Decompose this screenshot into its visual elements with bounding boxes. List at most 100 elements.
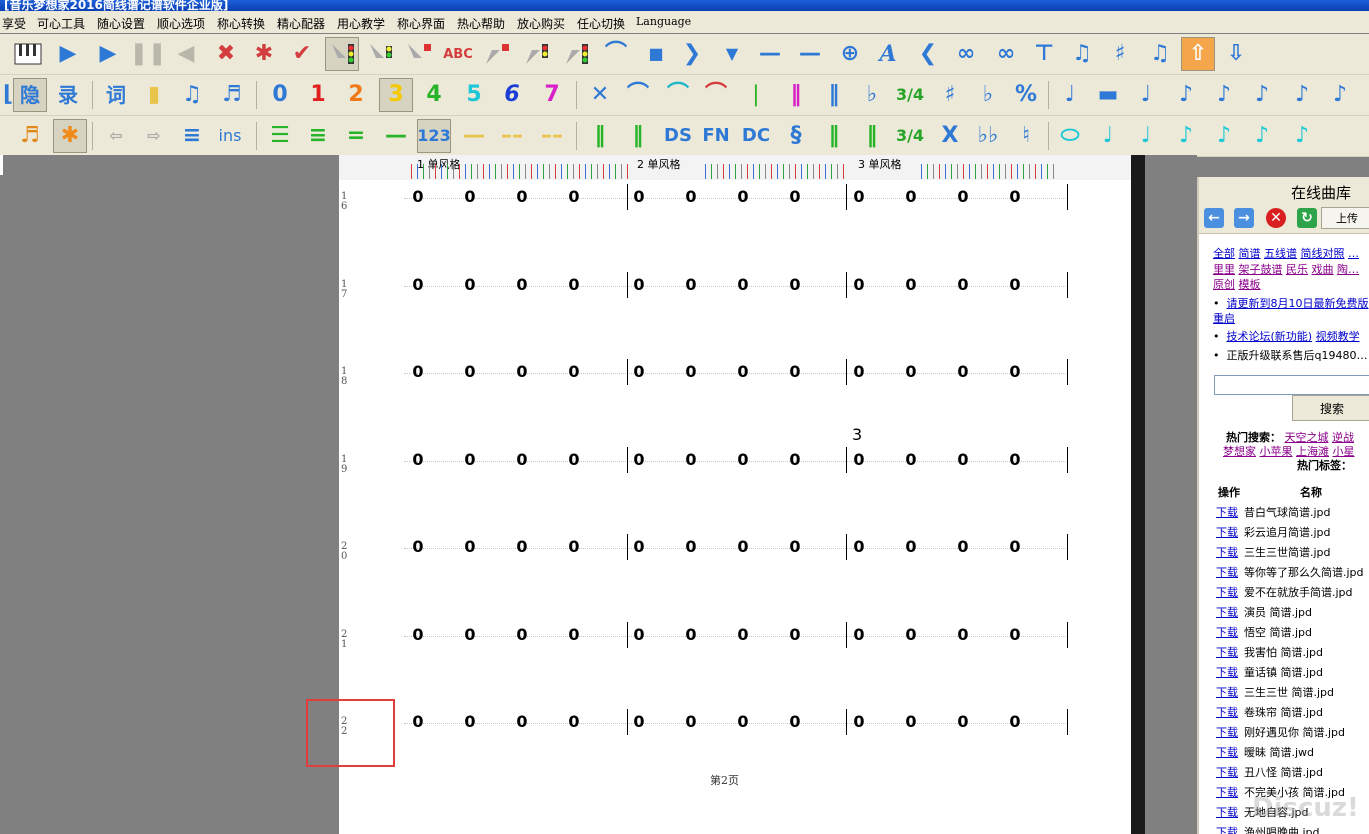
crosshair-icon[interactable]: ⊕ (834, 38, 866, 70)
accent-icon[interactable]: ❯ (676, 38, 708, 70)
sixteenth-pair-icon[interactable]: ♬ (216, 79, 248, 111)
note[interactable]: 0 (460, 626, 480, 644)
note[interactable]: 0 (460, 713, 480, 731)
note[interactable]: 0 (460, 276, 480, 294)
note[interactable]: 0 (681, 538, 701, 556)
double-note-icon[interactable]: ♫ (1144, 38, 1176, 70)
note[interactable]: 0 (629, 363, 649, 381)
arrow-signal-icon[interactable] (364, 38, 396, 70)
note[interactable]: 0 (1005, 538, 1025, 556)
note[interactable]: 0 (629, 276, 649, 294)
cut-icon[interactable]: ✖ (210, 38, 242, 70)
note[interactable]: 0 (512, 626, 532, 644)
note[interactable]: 0 (953, 538, 973, 556)
angle-left-icon[interactable]: ❮ (912, 38, 944, 70)
note-annotation[interactable]: 3 (852, 426, 862, 444)
cross-note-icon[interactable]: ♪ (1246, 79, 1278, 111)
note[interactable]: 0 (512, 713, 532, 731)
dash-long-icon[interactable]: — (794, 38, 826, 70)
quarter-down-icon[interactable]: ♩ (1130, 79, 1162, 111)
lyrics-button[interactable]: 词 (100, 79, 132, 111)
note[interactable]: 0 (629, 626, 649, 644)
note[interactable]: 0 (681, 188, 701, 206)
arrow-lights-icon[interactable] (560, 38, 592, 70)
segno-icon[interactable]: § (780, 120, 812, 152)
note[interactable]: 0 (901, 626, 921, 644)
note[interactable]: 0 (901, 188, 921, 206)
note[interactable]: 0 (681, 276, 701, 294)
text-a-icon[interactable]: A (872, 38, 904, 70)
insert-line-icon[interactable]: ≡ (176, 120, 208, 152)
grace-eighth-icon[interactable]: ♪ (1324, 79, 1356, 111)
flat-icon[interactable]: ♭ (972, 79, 1004, 111)
note[interactable]: 0 (849, 538, 869, 556)
double-flat-icon[interactable]: ♭♭ (972, 120, 1004, 152)
download-link[interactable]: 下载 (1216, 746, 1238, 759)
download-link[interactable]: 下载 (1216, 766, 1238, 779)
forward-arrow-icon[interactable]: → (1234, 208, 1254, 228)
notice-update[interactable]: • 请更新到8月10日最新免费版 (1213, 295, 1368, 311)
note[interactable]: 0 (901, 451, 921, 469)
note[interactable]: 0 (785, 188, 805, 206)
lines-three-icon[interactable]: ≡ (302, 120, 334, 152)
dash-short-icon[interactable]: — (754, 38, 786, 70)
back-icon[interactable]: ◀ (170, 38, 202, 70)
dash-yellow3-icon[interactable]: –– (536, 120, 568, 152)
download-link[interactable]: 下载 (1216, 686, 1238, 699)
note[interactable]: 0 (408, 538, 428, 556)
menu-item-convert[interactable]: 称心转换 (217, 15, 265, 32)
category-link[interactable]: 原创 (1213, 278, 1235, 291)
arrow-flag-icon[interactable] (480, 38, 512, 70)
arrow-yellow-icon[interactable] (520, 38, 552, 70)
note[interactable]: 0 (512, 538, 532, 556)
quarter-cyan-icon[interactable]: ♩ (1130, 120, 1162, 152)
section-ruler[interactable]: 1 单风格 2 单风格 3 单风格 (339, 155, 1131, 180)
barline-single-icon[interactable]: ❘ (740, 79, 772, 111)
note[interactable]: 0 (953, 276, 973, 294)
download-link[interactable]: 下载 (1216, 566, 1238, 579)
eighth-note-icon[interactable]: ♪ (1170, 79, 1202, 111)
check-cross-icon[interactable]: ✔ (286, 38, 318, 70)
dash-yellow-icon[interactable]: — (458, 120, 490, 152)
traffic-arrow-icon[interactable] (325, 37, 359, 71)
note[interactable]: 0 (1005, 188, 1025, 206)
upload-button[interactable]: 上传 (1321, 207, 1369, 229)
beamed-notes-icon[interactable]: ♫ (1066, 38, 1098, 70)
eighth-flag-icon[interactable]: ♪ (1208, 79, 1240, 111)
note[interactable]: 0 (953, 451, 973, 469)
note[interactable]: 0 (849, 626, 869, 644)
menu-item-settings[interactable]: 随心设置 (97, 15, 145, 32)
eraser-icon[interactable]: ▮ (138, 79, 170, 111)
note[interactable]: 0 (512, 276, 532, 294)
download-link[interactable]: 下载 (1216, 506, 1238, 519)
note[interactable]: 0 (408, 188, 428, 206)
dot-icon[interactable]: ■ (640, 38, 672, 70)
pause-icon[interactable]: ❚❚ (130, 38, 167, 70)
note[interactable]: 0 (785, 713, 805, 731)
note[interactable]: 0 (408, 451, 428, 469)
notice-update-link[interactable]: 请更新到8月10日最新免费版 (1226, 297, 1368, 310)
digit-3-button[interactable]: 3 (379, 78, 413, 112)
note[interactable]: 0 (460, 451, 480, 469)
digit-6-button[interactable]: 6 (496, 79, 528, 111)
note[interactable]: 0 (564, 451, 584, 469)
saxophone-icon[interactable]: ♬ (14, 120, 46, 152)
note[interactable]: 0 (901, 713, 921, 731)
note[interactable]: 0 (733, 188, 753, 206)
note[interactable]: 0 (512, 363, 532, 381)
note[interactable]: 0 (1005, 276, 1025, 294)
note[interactable]: 0 (1005, 626, 1025, 644)
repeat-start-icon[interactable]: ‖ (584, 120, 616, 152)
download-link[interactable]: 下载 (1216, 606, 1238, 619)
natural-icon[interactable]: ♮ (1010, 120, 1042, 152)
note[interactable]: 0 (1005, 363, 1025, 381)
note[interactable]: 0 (564, 188, 584, 206)
dc-button[interactable]: DC (740, 120, 772, 152)
menu-item-enjoy[interactable]: 享受 (2, 15, 26, 32)
note[interactable]: 0 (785, 276, 805, 294)
sharp-icon[interactable]: ♯ (934, 79, 966, 111)
cross-star-icon[interactable]: ✱ (248, 38, 280, 70)
menu-item-orchestrate[interactable]: 精心配器 (277, 15, 325, 32)
note[interactable]: 0 (953, 713, 973, 731)
note[interactable]: 0 (849, 276, 869, 294)
